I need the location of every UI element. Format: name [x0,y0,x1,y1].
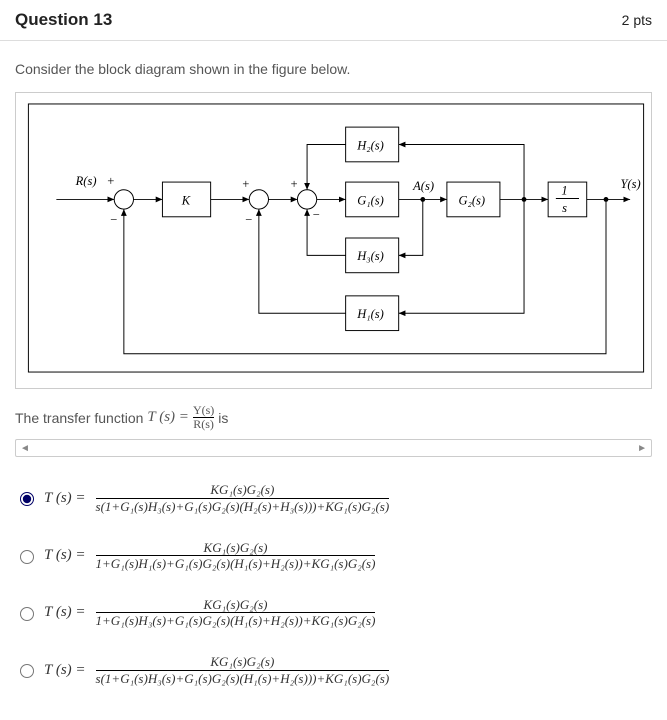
transfer-T: T (s) = [147,409,189,426]
transfer-frac-den: R(s) [193,417,214,431]
label-H3: H₃(s) [356,249,384,263]
question-content: Consider the block diagram shown in the … [0,41,667,711]
option-4-radio[interactable] [20,664,34,678]
transfer-function-label: The transfer function T (s) = Y(s) R(s) … [15,404,652,431]
transfer-pre: The transfer function [15,410,143,426]
label-G2: G₂(s) [458,193,485,207]
block-diagram: R(s) + − K + − + − [15,92,652,389]
option-2-num: KG₁(s)G₂(s) [204,540,268,556]
label-A: A(s) [412,179,434,193]
question-header: Question 13 2 pts [0,0,667,41]
transfer-frac-num: Y(s) [193,404,214,417]
horizontal-scroller[interactable]: ◄ ► [15,439,652,457]
sum1 [114,190,133,209]
option-4-lhs: T (s) = [44,662,86,679]
sign-minus2: − [244,213,252,227]
option-2-lhs: T (s) = [44,547,86,564]
question-title: Question 13 [15,10,112,30]
option-1-radio[interactable] [20,492,34,506]
label-H2: H₂(s) [356,138,384,152]
sign-plus3: + [290,177,298,191]
question-points: 2 pts [622,12,652,28]
sign-minus3: − [312,208,320,222]
question-prompt: Consider the block diagram shown in the … [15,61,652,77]
scroll-right-icon[interactable]: ► [637,443,647,454]
label-oneS-num: 1 [561,184,567,198]
option-2-den: 1+G₁(s)H₁(s)+G₁(s)G₂(s)(H₁(s)+H₂(s))+KG₁… [96,555,376,572]
sum2 [249,190,268,209]
sign-plus2: + [242,177,250,191]
option-3[interactable]: T (s) = KG₁(s)G₂(s) 1+G₁(s)H₃(s)+G₁(s)G₂… [15,587,652,644]
sign-minus1: − [109,213,117,227]
option-3-den: 1+G₁(s)H₃(s)+G₁(s)G₂(s)(H₁(s)+H₂(s))+KG₁… [96,612,376,629]
option-4-num: KG₁(s)G₂(s) [210,654,274,670]
option-3-num: KG₁(s)G₂(s) [204,597,268,613]
option-4-den: s(1+G₁(s)H₃(s)+G₁(s)G₂(s)(H₁(s)+H₂(s)))+… [96,670,390,687]
option-1[interactable]: T (s) = KG₁(s)G₂(s) s(1+G₁(s)H₃(s)+G₁(s)… [15,472,652,529]
option-1-num: KG₁(s)G₂(s) [210,482,274,498]
label-oneS-den: s [562,201,567,215]
scroll-left-icon[interactable]: ◄ [20,443,30,454]
label-Y: Y(s) [620,177,640,191]
option-2-radio[interactable] [20,550,34,564]
sign-plus1: + [106,174,114,188]
option-1-lhs: T (s) = [44,490,86,507]
label-K: K [181,193,191,207]
label-R: R(s) [75,174,97,188]
label-H1: H₁(s) [356,307,384,321]
option-4[interactable]: T (s) = KG₁(s)G₂(s) s(1+G₁(s)H₃(s)+G₁(s)… [15,644,652,701]
sum3 [297,190,316,209]
option-2[interactable]: T (s) = KG₁(s)G₂(s) 1+G₁(s)H₁(s)+G₁(s)G₂… [15,530,652,587]
option-3-radio[interactable] [20,607,34,621]
transfer-post: is [218,410,228,426]
option-3-lhs: T (s) = [44,604,86,621]
label-G1: G₁(s) [357,193,384,207]
option-1-den: s(1+G₁(s)H₃(s)+G₁(s)G₂(s)(H₂(s)+H₃(s)))+… [96,498,390,515]
